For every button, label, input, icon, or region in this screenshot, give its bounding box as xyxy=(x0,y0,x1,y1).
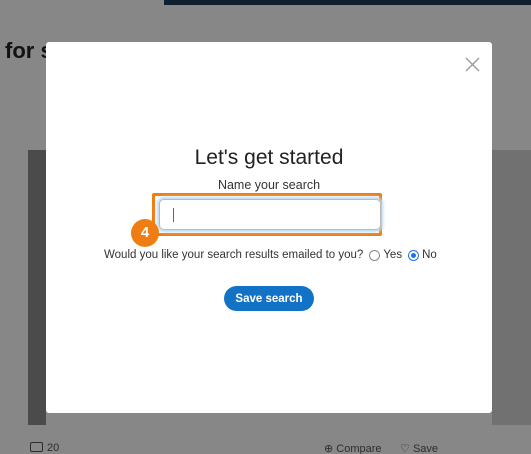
name-search-label: Name your search xyxy=(217,178,321,192)
close-icon xyxy=(465,57,480,72)
email-no-radio[interactable] xyxy=(408,249,420,261)
email-question: Would you like your search results email… xyxy=(104,249,364,261)
save-search-button[interactable]: Save search xyxy=(224,286,314,311)
close-button[interactable] xyxy=(465,57,480,72)
save-search-modal: Let's get started Name your search 4 Wou… xyxy=(46,42,492,413)
email-yes-radio[interactable] xyxy=(369,249,381,261)
text-cursor xyxy=(173,208,174,222)
email-no-label[interactable]: No xyxy=(422,249,437,261)
step-badge: 4 xyxy=(131,219,159,247)
modal-heading: Let's get started xyxy=(194,146,344,169)
email-yes-label[interactable]: Yes xyxy=(383,249,402,261)
email-results-row: Would you like your search results email… xyxy=(104,249,437,261)
search-name-input[interactable] xyxy=(159,199,381,230)
